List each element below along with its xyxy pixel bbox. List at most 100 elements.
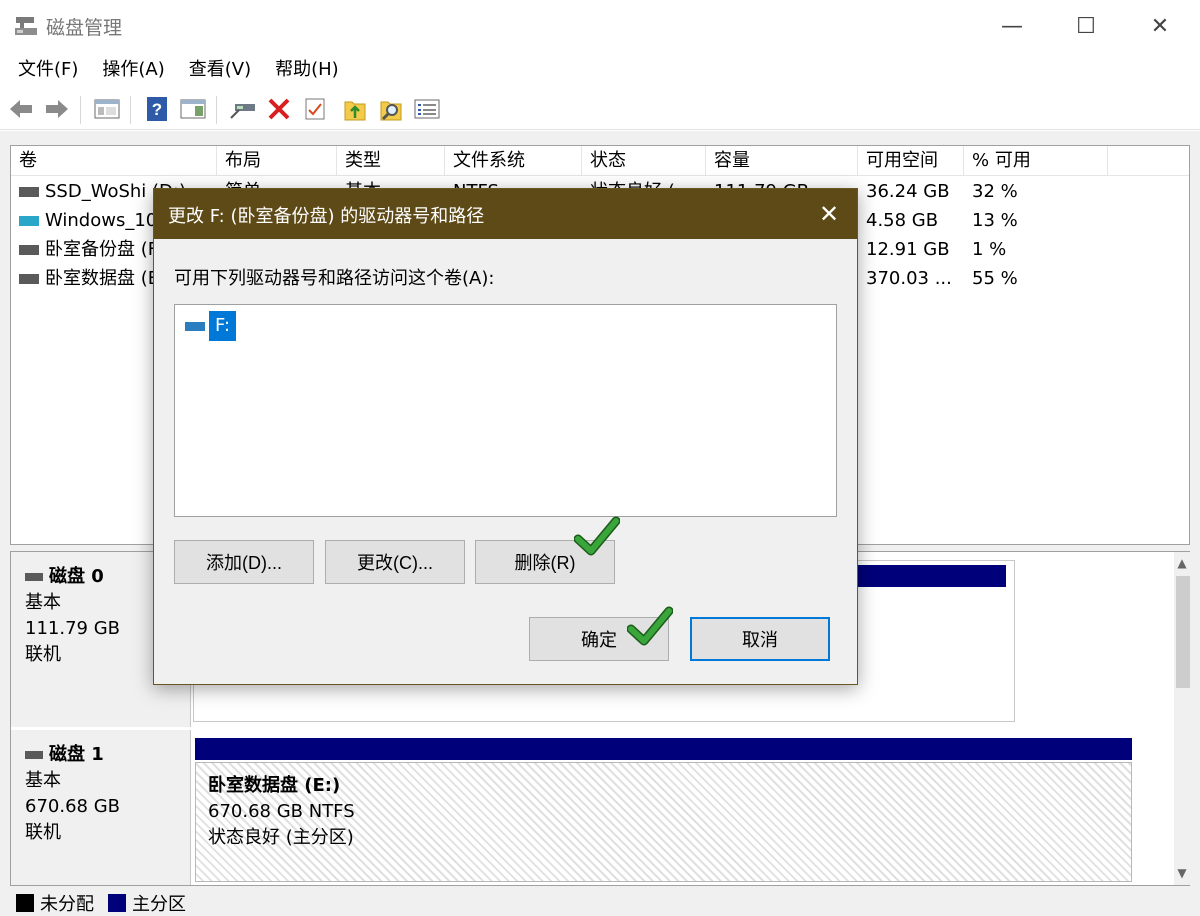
volume-percent-free: 32 % bbox=[972, 181, 1018, 202]
volume-free-space: 370.03 ... bbox=[866, 268, 952, 289]
legend-label-unallocated: 未分配 bbox=[40, 894, 94, 915]
cancel-button[interactable]: 取消 bbox=[690, 617, 830, 661]
partition-header-bar bbox=[856, 565, 1006, 587]
column-header-filesystem[interactable]: 文件系统 bbox=[445, 146, 582, 176]
scroll-thumb[interactable] bbox=[1176, 576, 1190, 688]
volume-percent-free: 13 % bbox=[972, 210, 1018, 231]
export-icon bbox=[344, 101, 366, 121]
toolbar-separator bbox=[216, 96, 217, 124]
list-item-label: F: bbox=[209, 311, 237, 341]
check-mark-icon bbox=[627, 606, 673, 646]
legend: 未分配 主分区 bbox=[16, 891, 186, 915]
svg-text:?: ? bbox=[152, 100, 162, 119]
scroll-down-icon[interactable]: ▼ bbox=[1174, 862, 1190, 884]
add-button[interactable]: 添加(D)... bbox=[174, 540, 314, 584]
column-header-percent-free[interactable]: % 可用 bbox=[964, 146, 1108, 176]
drive-icon bbox=[19, 274, 39, 284]
legend-label-primary: 主分区 bbox=[132, 894, 186, 915]
maximize-button[interactable]: ☐ bbox=[1056, 6, 1116, 46]
close-icon: ✕ bbox=[1150, 13, 1170, 39]
search-icon bbox=[380, 101, 402, 121]
disk-state: 联机 bbox=[25, 822, 61, 843]
volume-free-space: 4.58 GB bbox=[866, 210, 939, 231]
dialog-prompt: 可用下列驱动器号和路径访问这个卷(A): bbox=[174, 268, 495, 289]
volume-free-space: 36.24 GB bbox=[866, 181, 950, 202]
column-header-layout[interactable]: 布局 bbox=[217, 146, 337, 176]
vertical-scrollbar[interactable]: ▲ ▼ bbox=[1174, 552, 1190, 885]
search-button[interactable] bbox=[376, 94, 406, 124]
disk-name: 磁盘 1 bbox=[49, 744, 104, 765]
column-header-volume[interactable]: 卷 bbox=[11, 146, 217, 176]
disk-icon bbox=[25, 573, 43, 581]
check-mark-icon bbox=[574, 516, 620, 556]
title-bar: 磁盘管理 — ☐ ✕ bbox=[0, 0, 1200, 52]
forward-button[interactable] bbox=[42, 94, 72, 124]
disk-type: 基本 bbox=[25, 770, 61, 791]
help-icon: ? bbox=[147, 97, 167, 121]
change-button[interactable]: 更改(C)... bbox=[325, 540, 465, 584]
column-header-status[interactable]: 状态 bbox=[582, 146, 706, 176]
change-drive-letter-dialog: 更改 F: (卧室备份盘) 的驱动器号和路径 ✕ 可用下列驱动器号和路径访问这个… bbox=[153, 188, 858, 685]
list-item[interactable]: F: bbox=[185, 311, 237, 341]
close-icon: ✕ bbox=[818, 200, 840, 228]
toolbar-separator bbox=[130, 96, 131, 124]
forward-icon bbox=[46, 100, 68, 118]
drive-icon bbox=[19, 187, 39, 197]
column-header-row: 卷 布局 类型 文件系统 状态 容量 可用空间 % 可用 bbox=[11, 146, 1189, 176]
console-tree-icon bbox=[94, 99, 120, 119]
disk-name: 磁盘 0 bbox=[49, 566, 104, 587]
dialog-title: 更改 F: (卧室备份盘) 的驱动器号和路径 bbox=[168, 206, 485, 227]
scroll-up-icon[interactable]: ▲ bbox=[1174, 552, 1190, 574]
back-button[interactable] bbox=[6, 94, 36, 124]
disk-management-icon bbox=[15, 17, 37, 35]
partition-status: 状态良好 (主分区) bbox=[208, 827, 354, 848]
window-title: 磁盘管理 bbox=[46, 17, 123, 39]
action-pane-icon bbox=[180, 99, 206, 119]
volume-percent-free: 1 % bbox=[972, 239, 1007, 260]
dialog-title-bar: 更改 F: (卧室备份盘) 的驱动器号和路径 ✕ bbox=[154, 189, 857, 239]
menu-file[interactable]: 文件(F) bbox=[6, 54, 90, 86]
connect-drive-button[interactable] bbox=[228, 94, 258, 124]
drive-letter-list[interactable]: F: bbox=[174, 304, 837, 517]
list-view-button[interactable] bbox=[412, 94, 442, 124]
minimize-icon: — bbox=[1001, 13, 1023, 39]
volume-name: 卧室备份盘 (F:) bbox=[45, 239, 170, 260]
console-tree-button[interactable] bbox=[92, 94, 122, 124]
delete-button[interactable] bbox=[264, 94, 294, 124]
disk-icon bbox=[25, 751, 43, 759]
list-icon bbox=[414, 99, 440, 119]
partition-name: 卧室数据盘 (E:) bbox=[208, 775, 341, 796]
legend-swatch-unallocated bbox=[16, 894, 34, 912]
properties-icon bbox=[305, 98, 325, 120]
properties-button[interactable] bbox=[300, 94, 330, 124]
column-header-free-space[interactable]: 可用空间 bbox=[858, 146, 964, 176]
column-header-type[interactable]: 类型 bbox=[337, 146, 445, 176]
minimize-button[interactable]: — bbox=[982, 6, 1042, 46]
delete-icon bbox=[268, 98, 290, 120]
menu-action[interactable]: 操作(A) bbox=[90, 54, 176, 86]
toolbar: ? bbox=[0, 88, 1200, 130]
menu-view[interactable]: 查看(V) bbox=[177, 54, 263, 86]
volume-percent-free: 55 % bbox=[972, 268, 1018, 289]
windows-drive-icon bbox=[19, 216, 39, 226]
drive-icon bbox=[185, 321, 205, 331]
volume-free-space: 12.91 GB bbox=[866, 239, 950, 260]
menu-bar: 文件(F) 操作(A) 查看(V) 帮助(H) bbox=[0, 52, 1200, 88]
close-button[interactable]: ✕ bbox=[1130, 6, 1190, 46]
help-button[interactable]: ? bbox=[142, 94, 172, 124]
action-pane-button[interactable] bbox=[178, 94, 208, 124]
export-button[interactable] bbox=[340, 94, 370, 124]
back-icon bbox=[10, 100, 32, 118]
column-header-capacity[interactable]: 容量 bbox=[706, 146, 858, 176]
drive-icon bbox=[19, 245, 39, 255]
menu-help[interactable]: 帮助(H) bbox=[263, 54, 351, 86]
partition-header-bar bbox=[195, 738, 1132, 760]
toolbar-separator bbox=[80, 96, 81, 124]
partition-e-block[interactable]: 卧室数据盘 (E:) 670.68 GB NTFS 状态良好 (主分区) bbox=[195, 762, 1132, 882]
dialog-close-button[interactable]: ✕ bbox=[809, 195, 849, 233]
partition-detail: 670.68 GB NTFS bbox=[208, 801, 355, 822]
disk-size: 670.68 GB bbox=[25, 796, 121, 817]
connect-drive-icon bbox=[230, 104, 255, 119]
maximize-icon: ☐ bbox=[1076, 13, 1096, 39]
disk-1-label[interactable]: 磁盘 1 基本 670.68 GB 联机 bbox=[11, 730, 191, 885]
